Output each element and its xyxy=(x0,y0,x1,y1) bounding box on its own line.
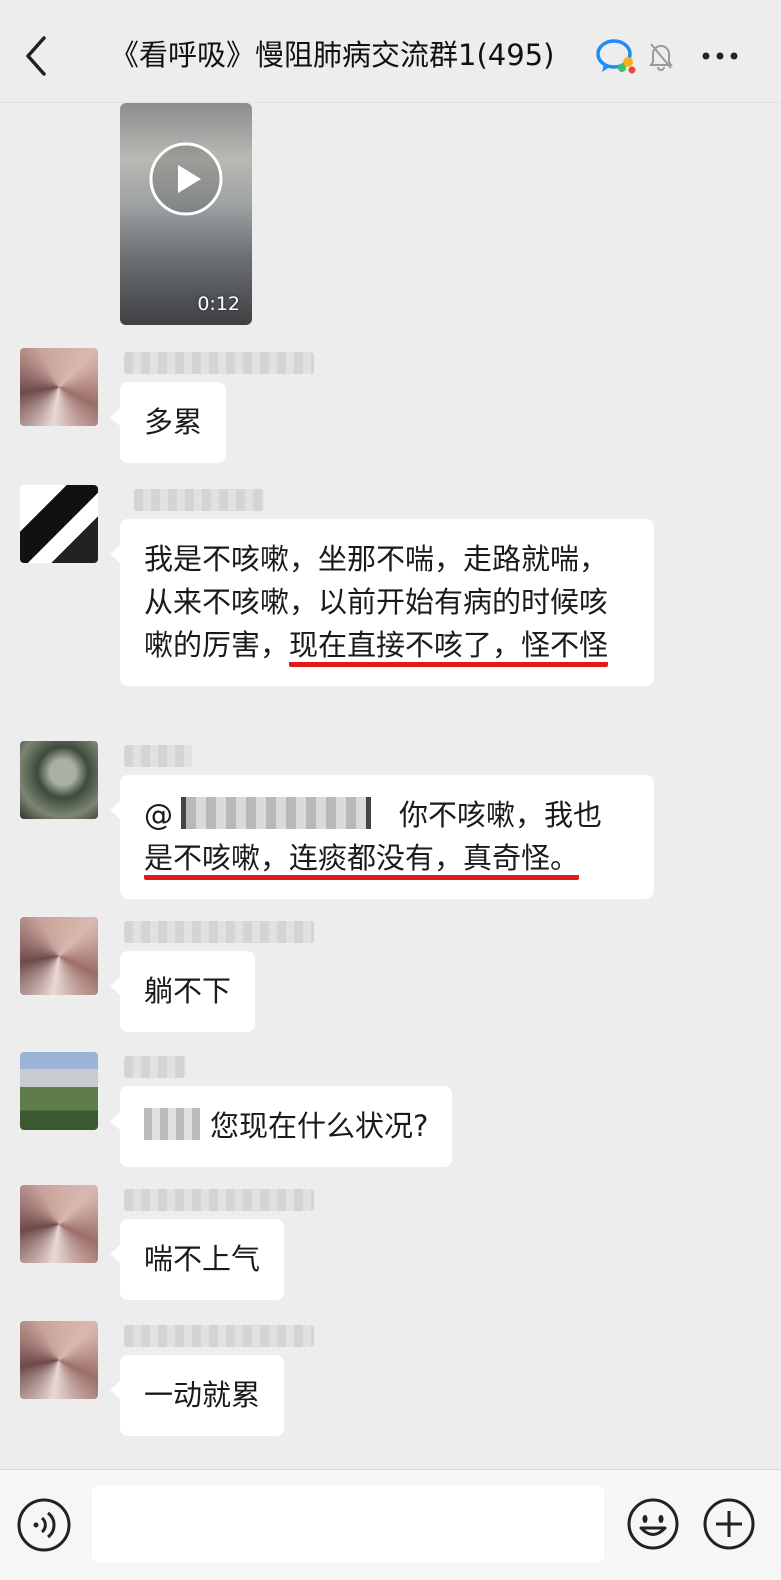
video-duration: 0:12 xyxy=(197,293,240,315)
plus-circle-icon[interactable] xyxy=(702,1497,756,1551)
sender-name-blurred xyxy=(124,1056,186,1078)
bell-off-icon xyxy=(649,43,673,71)
message-bubble[interactable]: 躺不下 xyxy=(109,951,256,1032)
message-text: 多累 xyxy=(144,405,203,439)
video-message[interactable]: 0:12 xyxy=(120,103,252,325)
message-text: 你不咳嗽，我也 xyxy=(399,798,603,832)
avatar[interactable] xyxy=(20,348,98,426)
underlined-text: 是不咳嗽，连痰都没有，真奇怪。 xyxy=(144,841,580,880)
sender-name-blurred xyxy=(124,1189,314,1211)
underlined-text: 现在直接不咳了，怪不怪 xyxy=(289,628,609,667)
avatar[interactable] xyxy=(20,1185,98,1263)
message-text: 喘不上气 xyxy=(144,1242,261,1276)
ellipsis-icon[interactable] xyxy=(696,36,744,76)
chevron-left-icon[interactable] xyxy=(14,28,62,84)
avatar[interactable] xyxy=(20,917,98,995)
emoji-icon[interactable] xyxy=(626,1497,680,1551)
avatar[interactable] xyxy=(20,741,98,819)
avatar[interactable] xyxy=(20,1321,98,1399)
chat-window: 《看呼吸》慢阻肺病交流群1(495) 0:12 多累 我是不咳嗽，坐那不喘，走路… xyxy=(0,0,781,1580)
message-bubble[interactable]: 您现在什么状况? xyxy=(109,1086,453,1167)
chat-header: 《看呼吸》慢阻肺病交流群1(495) xyxy=(0,0,781,103)
mention-at: @ xyxy=(144,798,173,832)
sender-name-blurred xyxy=(124,352,314,374)
group-title[interactable]: 《看呼吸》慢阻肺病交流群1(495) xyxy=(110,30,590,80)
voice-icon[interactable] xyxy=(16,1497,72,1553)
message-bubble[interactable]: 多累 xyxy=(109,382,227,463)
message-list[interactable]: 0:12 多累 我是不咳嗽，坐那不喘，走路就喘，从来不咳嗽，以前开始有病的时候咳… xyxy=(0,103,781,1473)
message-text: 躺不下 xyxy=(144,974,232,1008)
sender-name-blurred xyxy=(124,1325,314,1347)
play-icon[interactable] xyxy=(148,141,224,217)
message-bubble[interactable]: 一动就累 xyxy=(109,1355,285,1436)
mention-name-blurred xyxy=(144,1108,200,1140)
message-text: 一动就累 xyxy=(144,1378,261,1412)
avatar[interactable] xyxy=(20,1052,98,1130)
message-bubble[interactable]: 喘不上气 xyxy=(109,1219,285,1300)
mention-name-blurred xyxy=(181,797,371,829)
message-text: 您现在什么状况? xyxy=(210,1109,429,1143)
message-input[interactable] xyxy=(92,1486,604,1562)
message-bubble[interactable]: 我是不咳嗽，坐那不喘，走路就喘，从来不咳嗽，以前开始有病的时候咳嗽的厉害，现在直… xyxy=(110,519,654,686)
message-bubble[interactable]: @ 你不咳嗽，我也是不咳嗽，连痰都没有，真奇怪。 xyxy=(110,775,654,899)
sender-name-blurred xyxy=(134,489,264,511)
avatar[interactable] xyxy=(20,485,98,563)
input-bar xyxy=(0,1469,781,1580)
chat-bubble-robot-icon[interactable] xyxy=(594,36,638,76)
sender-name-blurred xyxy=(124,921,314,943)
sender-name-blurred xyxy=(124,745,192,767)
